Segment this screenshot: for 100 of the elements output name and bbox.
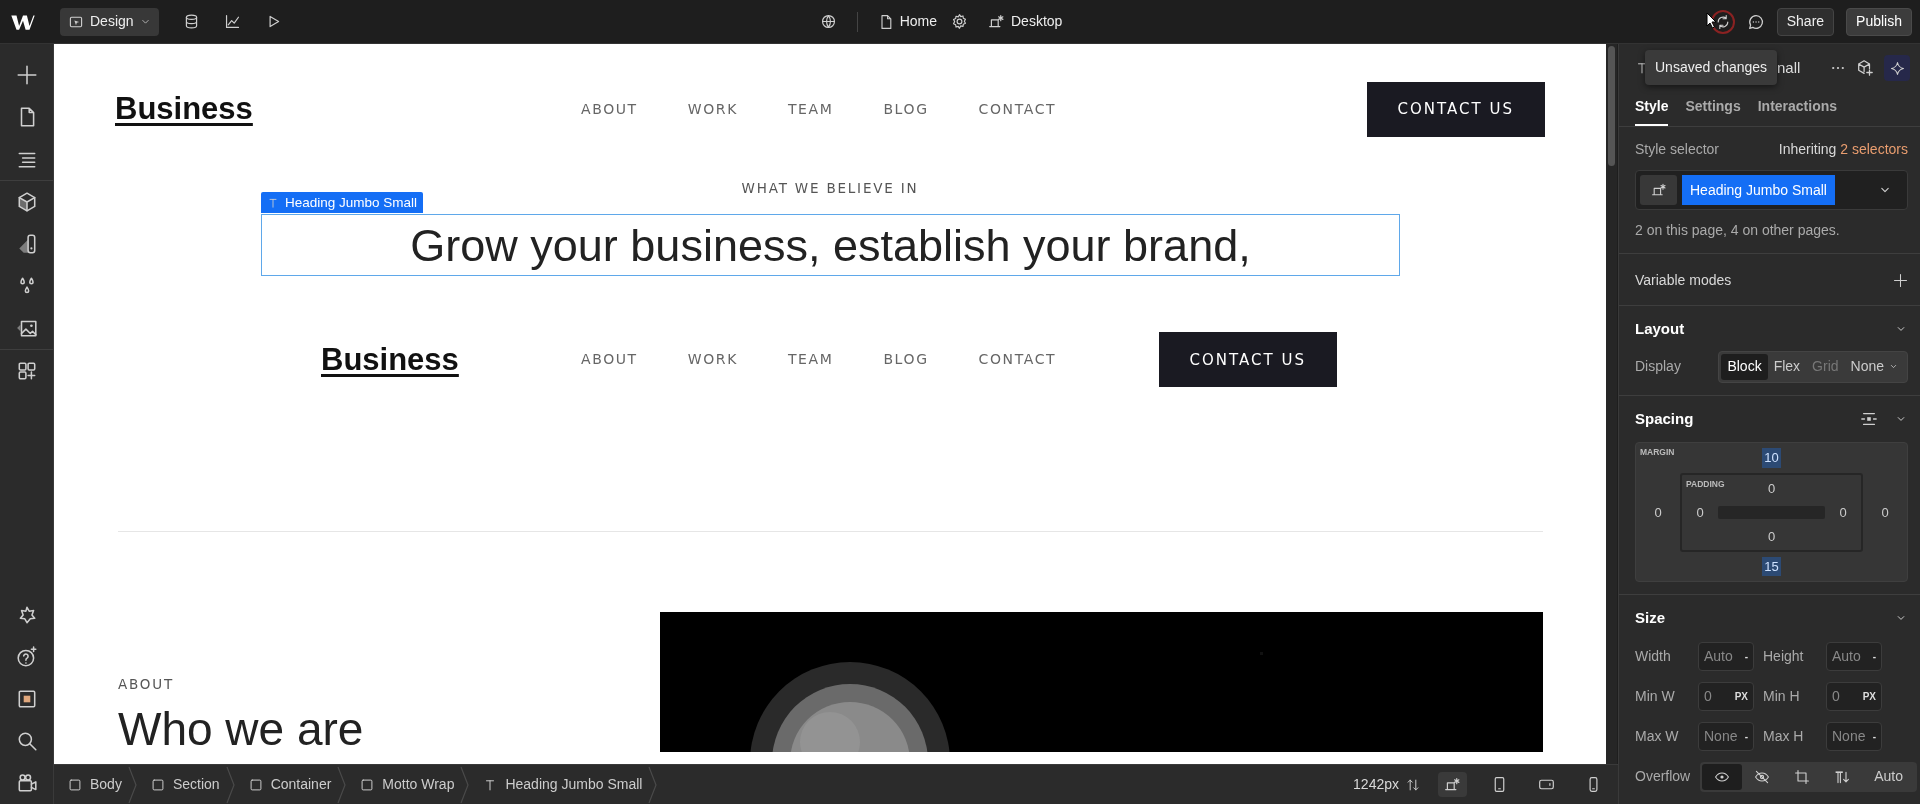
breadcrumb[interactable]: Body: [58, 765, 140, 804]
nav-link[interactable]: TEAM: [787, 99, 834, 120]
canvas-width: 1242px: [1353, 775, 1399, 794]
crop-icon: [1794, 768, 1811, 785]
breadcrumb-separator-icon: [648, 765, 658, 804]
nav-link[interactable]: TEAM: [787, 349, 834, 371]
spacing-value[interactable]: 0: [1881, 502, 1889, 523]
resize-icon[interactable]: [1406, 777, 1420, 792]
element-name: nall: [1777, 57, 1801, 78]
spacing-value[interactable]: 15: [1762, 556, 1781, 577]
scrollbar-thumb[interactable]: [1608, 46, 1615, 166]
globe-icon[interactable]: [819, 13, 837, 30]
breadcrumb[interactable]: Motto Wrap: [350, 765, 473, 804]
nav-link[interactable]: WORK: [687, 349, 738, 371]
size-field[interactable]: Auto -: [1826, 641, 1882, 671]
breadcrumb-separator-icon: [337, 765, 347, 804]
add-icon[interactable]: [15, 64, 38, 86]
spacing-value[interactable]: 0: [1696, 502, 1704, 523]
nav-link[interactable]: ABOUT: [581, 99, 638, 120]
breadcrumb-separator-icon: [225, 765, 235, 804]
breadcrumb[interactable]: Container: [238, 765, 350, 804]
field-label: Height: [1763, 646, 1805, 666]
spacing-value[interactable]: 0: [1654, 502, 1662, 523]
spacing-value[interactable]: 10: [1762, 448, 1781, 468]
nav-link[interactable]: ABOUT: [581, 349, 638, 371]
breakpoint-selector[interactable]: Desktop: [988, 11, 1063, 32]
field-label: Min H: [1763, 686, 1801, 706]
spacing-value[interactable]: 0: [1839, 502, 1847, 523]
share-button[interactable]: Share: [1776, 7, 1835, 36]
breakpoint-button[interactable]: [1438, 772, 1467, 797]
logo-text[interactable]: Business: [321, 342, 459, 377]
usage-text: 2 on this page, 4 on other pages.: [1635, 221, 1841, 240]
size-field[interactable]: Auto -: [1698, 641, 1754, 671]
publish-button[interactable]: Publish: [1846, 7, 1912, 36]
nav-link[interactable]: WORK: [687, 99, 738, 120]
text-icon: [267, 196, 279, 209]
nav-link[interactable]: CONTACT: [978, 349, 1057, 371]
design-mode-button[interactable]: Design: [60, 7, 159, 36]
settings-icon[interactable]: [951, 13, 968, 30]
panel-tab[interactable]: Settings: [1685, 92, 1741, 126]
display-option[interactable]: Block: [1721, 353, 1768, 380]
desktop-icon: [988, 13, 1005, 30]
selector-field[interactable]: Heading Jumbo Small: [1635, 170, 1908, 210]
box-icon: [68, 777, 82, 792]
box-icon: [360, 777, 375, 792]
hidden-icon: [1754, 768, 1771, 785]
field-label: Width: [1635, 646, 1672, 666]
section-heading: Who we are: [118, 704, 365, 753]
tooltip: Unsaved changes: [1645, 50, 1778, 85]
inheriting-note: Inheriting 2 selectors: [1778, 140, 1908, 159]
display-option[interactable]: None: [1844, 353, 1905, 380]
field-label: Min W: [1635, 686, 1676, 706]
chart-icon[interactable]: [223, 13, 241, 30]
breadcrumb-separator-icon: [127, 765, 137, 804]
overflow-option[interactable]: [1702, 763, 1743, 790]
field-label: Overflow: [1635, 767, 1691, 786]
spacing-value[interactable]: 0: [1767, 526, 1776, 547]
section-label: ABOUT: [118, 675, 175, 695]
help-icon[interactable]: [15, 646, 38, 668]
contact-button[interactable]: CONTACT US: [1158, 332, 1337, 388]
size-field[interactable]: 0 PX: [1698, 681, 1754, 711]
size-field[interactable]: None -: [1826, 721, 1882, 751]
panel-tab[interactable]: Interactions: [1757, 92, 1838, 126]
scroll-icon: [1834, 768, 1851, 785]
selector-type-button[interactable]: [1640, 175, 1677, 205]
nav-link[interactable]: BLOG: [883, 349, 929, 371]
section-title: Layout: [1635, 319, 1685, 339]
field-label: Display: [1635, 357, 1681, 376]
ai-button[interactable]: [1884, 55, 1910, 81]
nav-link[interactable]: CONTACT: [978, 99, 1057, 120]
comment-icon[interactable]: [1746, 12, 1765, 31]
class-chip[interactable]: Heading Jumbo Small: [1682, 175, 1835, 205]
section-title: Spacing: [1635, 408, 1694, 429]
mouse-cursor-icon: [1706, 12, 1718, 30]
desktop-icon: [1444, 776, 1461, 793]
panel-tab[interactable]: Style: [1635, 92, 1669, 126]
add-icon[interactable]: [1893, 273, 1908, 288]
breadcrumb[interactable]: Section: [140, 765, 238, 804]
logo-text[interactable]: Business: [115, 92, 253, 127]
page-selector[interactable]: Home: [877, 11, 937, 32]
nav-link[interactable]: BLOG: [883, 99, 929, 120]
field-label: Max W: [1635, 726, 1680, 746]
breadcrumb-separator-icon: [460, 765, 470, 804]
box-icon: [248, 777, 263, 792]
box-icon: [150, 777, 165, 792]
margin-label: MARGIN: [1640, 447, 1675, 457]
selection-tag[interactable]: Heading Jumbo Small: [261, 192, 424, 214]
section-label: Variable modes: [1635, 271, 1732, 290]
eyebrow-text: WHAT WE BELIEVE IN: [740, 179, 920, 198]
heading-text: Grow your business, establish your brand,: [261, 214, 1400, 277]
component-icon[interactable]: [1856, 59, 1874, 77]
spacing-value[interactable]: 0: [1767, 478, 1776, 499]
size-field[interactable]: 0 PX: [1826, 681, 1882, 711]
display-option[interactable]: Flex: [1767, 353, 1807, 380]
size-field[interactable]: None -: [1698, 721, 1754, 751]
breadcrumb[interactable]: Heading Jumbo Small: [473, 765, 661, 804]
desktop-icon: [1650, 182, 1667, 198]
field-label: Style selector: [1635, 140, 1720, 159]
contact-button[interactable]: CONTACT US: [1366, 82, 1545, 137]
section-title: Size: [1635, 608, 1665, 628]
